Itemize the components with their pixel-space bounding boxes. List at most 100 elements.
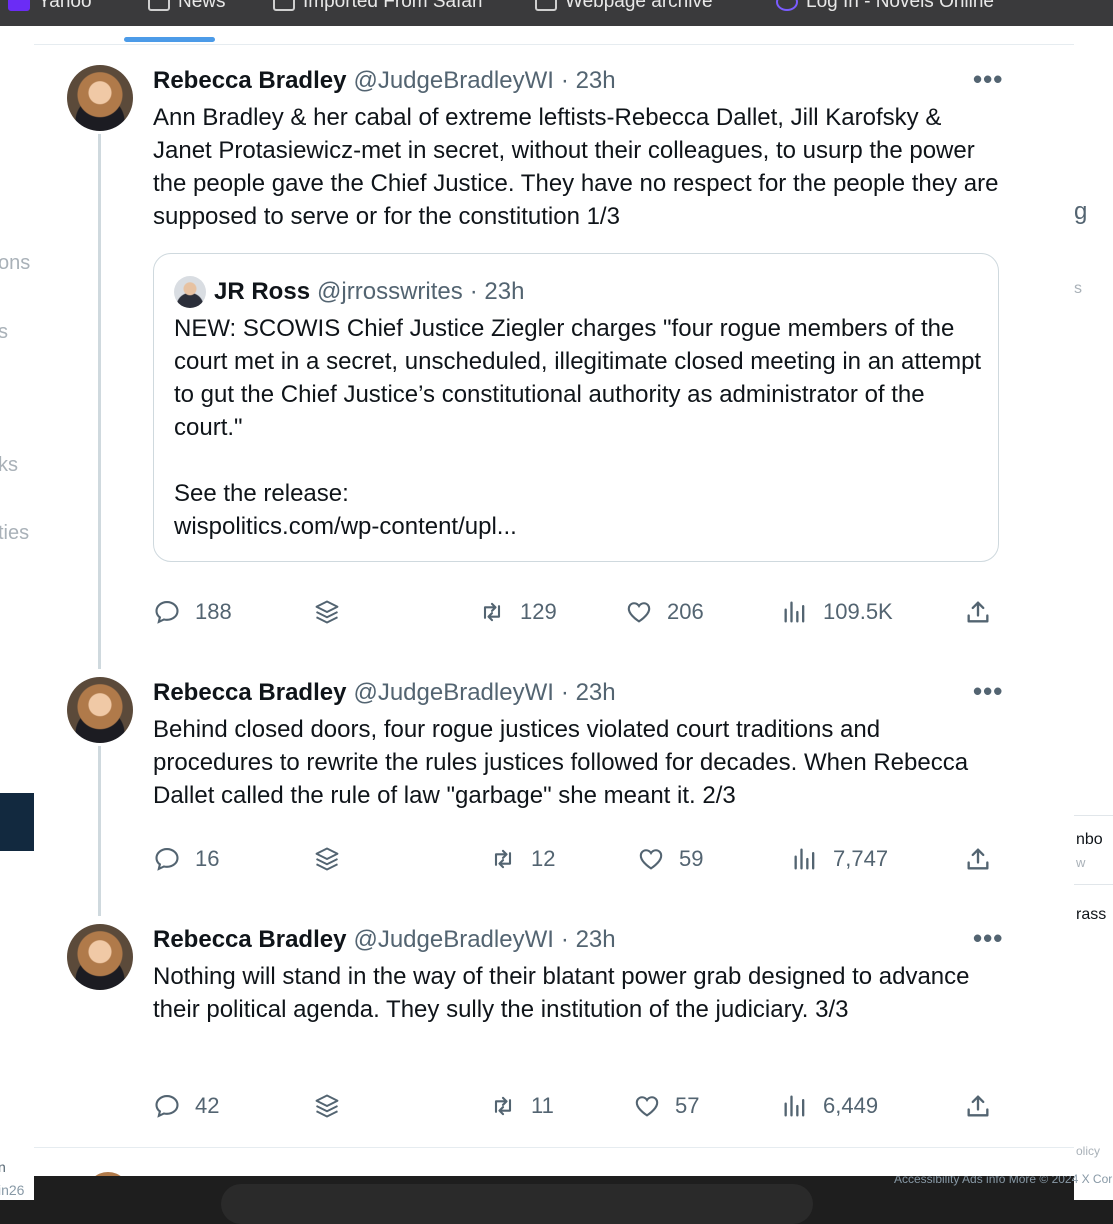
author-handle[interactable]: @JudgeBradleyWI — [353, 679, 553, 707]
retweet-button[interactable]: 11 — [489, 1089, 554, 1123]
views-icon — [794, 848, 815, 870]
author-name[interactable]: Rebecca Bradley — [153, 926, 346, 954]
avatar[interactable] — [174, 276, 206, 308]
bg-fragment: ks — [0, 454, 18, 476]
heart-icon — [635, 1096, 659, 1117]
bg-fragment: nbo — [1076, 831, 1103, 848]
bookmark-imported[interactable]: Imported From Safari — [273, 0, 483, 12]
heart-icon — [639, 849, 663, 870]
avatar[interactable] — [67, 677, 133, 743]
views-button[interactable]: 7,747 — [791, 842, 888, 876]
views-button[interactable]: 6,449 — [781, 1089, 878, 1123]
background-page-right: g s nbo w rass olicy Accessibility Ads i… — [894, 26, 1113, 1200]
author-handle: @jrrosswrites — [317, 278, 463, 305]
like-button[interactable]: 57 — [633, 1089, 699, 1123]
bg-fragment: olicy — [1076, 1144, 1101, 1158]
grok-button[interactable] — [313, 842, 341, 876]
avatar[interactable] — [67, 65, 133, 131]
like-button[interactable]: 59 — [637, 842, 703, 876]
more-options-icon[interactable]: ••• — [973, 923, 1003, 954]
more-options-icon[interactable]: ••• — [973, 676, 1003, 707]
tweet-text: Nothing will stand in the way of their b… — [153, 963, 970, 1023]
share-button[interactable] — [964, 842, 992, 876]
tweet-actions: 188 129 206 109.5K — [153, 595, 1003, 629]
tweet-time[interactable]: · 23h — [561, 679, 616, 707]
bg-fragment: s — [1074, 280, 1082, 297]
more-options-icon[interactable]: ••• — [973, 64, 1003, 95]
active-tab-indicator — [124, 37, 215, 42]
retweet-icon — [494, 849, 512, 869]
like-button[interactable]: 206 — [625, 595, 704, 629]
like-count: 59 — [679, 846, 704, 871]
share-button[interactable] — [964, 595, 992, 629]
bg-fragment: ties — [0, 522, 30, 544]
tweet-text: Behind closed doors, four rogue justices… — [153, 716, 969, 809]
retweet-count: 11 — [531, 1093, 554, 1118]
share-icon — [967, 848, 989, 870]
heart-icon — [627, 602, 651, 623]
tweet-time: · 23h — [469, 278, 525, 305]
layers-icon — [315, 600, 339, 624]
bookmark-yahoo[interactable]: Yahoo — [8, 0, 92, 12]
bottom-action-bar[interactable] — [221, 1184, 813, 1224]
view-count: 109.5K — [823, 599, 893, 624]
share-icon — [967, 601, 989, 623]
bg-fragment: ons — [0, 252, 31, 274]
quoted-tweet-text: NEW: SCOWIS Chief Justice Ziegler charge… — [174, 315, 982, 540]
retweet-count: 129 — [520, 599, 557, 624]
view-count: 7,747 — [833, 846, 889, 871]
quoted-tweet-header: JR Ross @jrrosswrites · 23h — [214, 276, 524, 308]
layers-icon — [315, 847, 339, 871]
divider — [1074, 815, 1113, 816]
views-button[interactable]: 109.5K — [781, 595, 893, 629]
folder-icon — [273, 0, 295, 11]
layers-icon — [315, 1094, 339, 1118]
bg-fragment: rass — [1076, 906, 1107, 923]
quoted-tweet[interactable]: JR Ross @jrrosswrites · 23h NEW: SCOWIS … — [153, 253, 999, 562]
share-button[interactable] — [964, 1089, 992, 1123]
author-handle[interactable]: @JudgeBradleyWI — [353, 67, 553, 95]
folder-icon — [148, 0, 170, 11]
reply-button[interactable]: 188 — [153, 595, 232, 629]
thread-connector — [98, 134, 101, 669]
bg-fragment: g — [1074, 198, 1088, 225]
view-count: 6,449 — [823, 1093, 879, 1118]
avatar[interactable] — [86, 1172, 130, 1176]
author-name[interactable]: Rebecca Bradley — [153, 67, 346, 95]
retweet-count: 12 — [531, 846, 556, 871]
bookmarks-bar: Yahoo News Imported From Safari Webpage … — [0, 0, 1113, 27]
reply-button[interactable]: 42 — [153, 1089, 219, 1123]
background-banner — [0, 793, 34, 851]
like-count: 57 — [675, 1093, 700, 1118]
bookmark-webpage-archive[interactable]: Webpage archive — [535, 0, 713, 12]
tweet-text: Ann Bradley & her cabal of extreme lefti… — [153, 104, 999, 230]
archive-icon — [535, 0, 557, 11]
retweet-button[interactable]: 129 — [478, 595, 557, 629]
author-name[interactable]: Rebecca Bradley — [153, 679, 346, 707]
like-count: 206 — [667, 599, 704, 624]
reply-icon — [155, 1095, 179, 1118]
tweet-thread-panel: Rebecca Bradley @JudgeBradleyWI · 23h ••… — [34, 26, 1074, 1176]
views-icon — [784, 601, 805, 623]
tweet-time[interactable]: · 23h — [561, 67, 616, 95]
retweet-icon — [494, 1096, 512, 1116]
views-icon — [784, 1095, 805, 1117]
avatar[interactable] — [67, 924, 133, 990]
tweet-header: Rebecca Bradley @JudgeBradleyWI · 23h — [153, 678, 616, 708]
bg-fragment: in26 — [0, 1182, 25, 1198]
author-name: JR Ross — [214, 278, 311, 305]
bg-fragment: s — [0, 321, 8, 343]
tweet-time[interactable]: · 23h — [561, 926, 616, 954]
bookmark-login[interactable]: Log In - Novels Online — [776, 0, 994, 12]
author-handle[interactable]: @JudgeBradleyWI — [353, 926, 553, 954]
divider — [34, 44, 1074, 45]
grok-button[interactable] — [313, 1089, 341, 1123]
tweet-header: Rebecca Bradley @JudgeBradleyWI · 23h — [153, 925, 616, 955]
reply-count: 16 — [195, 846, 220, 871]
retweet-button[interactable]: 12 — [489, 842, 555, 876]
reply-button[interactable]: 16 — [153, 842, 219, 876]
grok-button[interactable] — [313, 595, 341, 629]
bookmark-news[interactable]: News — [148, 0, 226, 12]
reply-count: 42 — [195, 1093, 220, 1118]
yahoo-icon — [8, 0, 30, 11]
